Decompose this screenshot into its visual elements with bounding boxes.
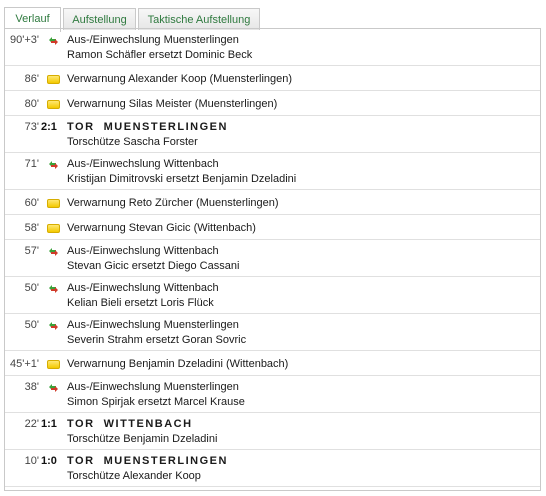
substitution-icon <box>47 319 60 331</box>
event-row: 50' Aus-/Einwechslung Muensterlingen Sever… <box>5 314 540 351</box>
goal-scorer: Torschütze Benjamin Dzeladini <box>67 433 218 445</box>
goal-score: 1:0 <box>41 455 57 467</box>
yellow-card-icon <box>47 199 60 208</box>
substitution-detail: Kristijan Dimitrovski ersetzt Benjamin D… <box>67 173 297 185</box>
substitution-icon <box>47 245 60 257</box>
goal-score: 1:1 <box>41 418 57 430</box>
event-description: Aus-/Einwechslung Muensterlingen <box>67 34 239 46</box>
substitution-icon <box>47 381 60 393</box>
goal-title: TOR MUENSTERLINGEN <box>67 121 228 133</box>
event-description: Verwarnung Silas Meister (Muensterlingen… <box>67 98 278 110</box>
event-description: Verwarnung Reto Zürcher (Muensterlingen) <box>67 197 279 209</box>
event-description: Verwarnung Alexander Koop (Muensterlinge… <box>67 73 293 85</box>
event-minute: 38' <box>24 381 39 393</box>
event-minute: 71' <box>24 158 39 170</box>
goal-scorer: Torschütze Sascha Forster <box>67 136 198 148</box>
event-minute: 10' <box>24 455 39 467</box>
event-row: 60' Verwarnung Reto Zürcher (Muensterling… <box>5 190 540 215</box>
goal-title: TOR WITTENBACH <box>67 418 193 430</box>
event-row: 71' Aus-/Einwechslung Wittenbach Kristijan… <box>5 153 540 190</box>
event-minute: 60' <box>24 197 39 209</box>
substitution-detail: Severin Strahm ersetzt Goran Sovric <box>67 334 247 346</box>
event-minute: 50' <box>24 282 39 294</box>
event-description: Aus-/Einwechslung Wittenbach <box>67 245 219 257</box>
goal-scorer: Torschütze Alexander Koop <box>67 470 201 482</box>
event-description: Aus-/Einwechslung Wittenbach <box>67 282 219 294</box>
tab-taktische-aufstellung[interactable]: Taktische Aufstellung <box>138 8 260 30</box>
event-description: Verwarnung Benjamin Dzeladini (Wittenbac… <box>67 358 289 370</box>
event-description: Aus-/Einwechslung Wittenbach <box>67 158 219 170</box>
yellow-card-icon <box>47 100 60 109</box>
event-description: Aus-/Einwechslung Muensterlingen <box>67 319 239 331</box>
goal-score: 2:1 <box>41 121 57 133</box>
event-minute: 58' <box>24 222 39 234</box>
substitution-icon <box>47 158 60 170</box>
substitution-detail: Ramon Schäfler ersetzt Dominic Beck <box>67 49 253 61</box>
event-row: 22' 1:1 TOR WITTENBACH Torschütze Benjamin … <box>5 413 540 450</box>
substitution-icon <box>47 282 60 294</box>
substitution-detail: Kelian Bieli ersetzt Loris Flück <box>67 297 214 309</box>
substitution-icon <box>47 34 60 46</box>
event-row: 38' Aus-/Einwechslung Muensterlingen Simon… <box>5 376 540 413</box>
event-row: 58' Verwarnung Stevan Gicic (Wittenbach) <box>5 215 540 240</box>
event-minute: 45'+1' <box>10 358 39 370</box>
event-row: 57' Aus-/Einwechslung Wittenbach Stevan Gi… <box>5 240 540 277</box>
event-minute: 73' <box>24 121 39 133</box>
substitution-detail: Simon Spirjak ersetzt Marcel Krause <box>67 396 245 408</box>
event-minute: 50' <box>24 319 39 331</box>
tab-aufstellung[interactable]: Aufstellung <box>63 8 136 30</box>
event-minute: 86' <box>24 73 39 85</box>
event-row: 86' Verwarnung Alexander Koop (Muensterli… <box>5 66 540 91</box>
event-minute: 80' <box>24 98 39 110</box>
substitution-detail: Stevan Gicic ersetzt Diego Cassani <box>67 260 240 272</box>
event-minute: 22' <box>24 418 39 430</box>
event-row: 73' 2:1 TOR MUENSTERLINGEN Torschütze Sasch… <box>5 116 540 153</box>
yellow-card-icon <box>47 360 60 369</box>
event-row: 90'+3' Aus-/Einwechslung Muensterlingen Ra… <box>5 29 540 66</box>
yellow-card-icon <box>47 224 60 233</box>
yellow-card-icon <box>47 75 60 84</box>
event-description: Aus-/Einwechslung Muensterlingen <box>67 381 239 393</box>
event-row: 80' Verwarnung Silas Meister (Muensterlin… <box>5 91 540 116</box>
event-description: Verwarnung Stevan Gicic (Wittenbach) <box>67 222 256 234</box>
event-row: 10' 1:0 TOR MUENSTERLINGEN Torschütze Alexa… <box>5 450 540 487</box>
event-minute: 57' <box>24 245 39 257</box>
goal-title: TOR MUENSTERLINGEN <box>67 455 228 467</box>
event-row: 50' Aus-/Einwechslung Wittenbach Kelian Bi… <box>5 277 540 314</box>
event-timeline: 90'+3' Aus-/Einwechslung Muensterlingen Ra… <box>4 29 541 491</box>
event-row: 45'+1' Verwarnung Benjamin Dzeladini (Wit… <box>5 351 540 376</box>
event-minute: 90'+3' <box>10 34 39 46</box>
